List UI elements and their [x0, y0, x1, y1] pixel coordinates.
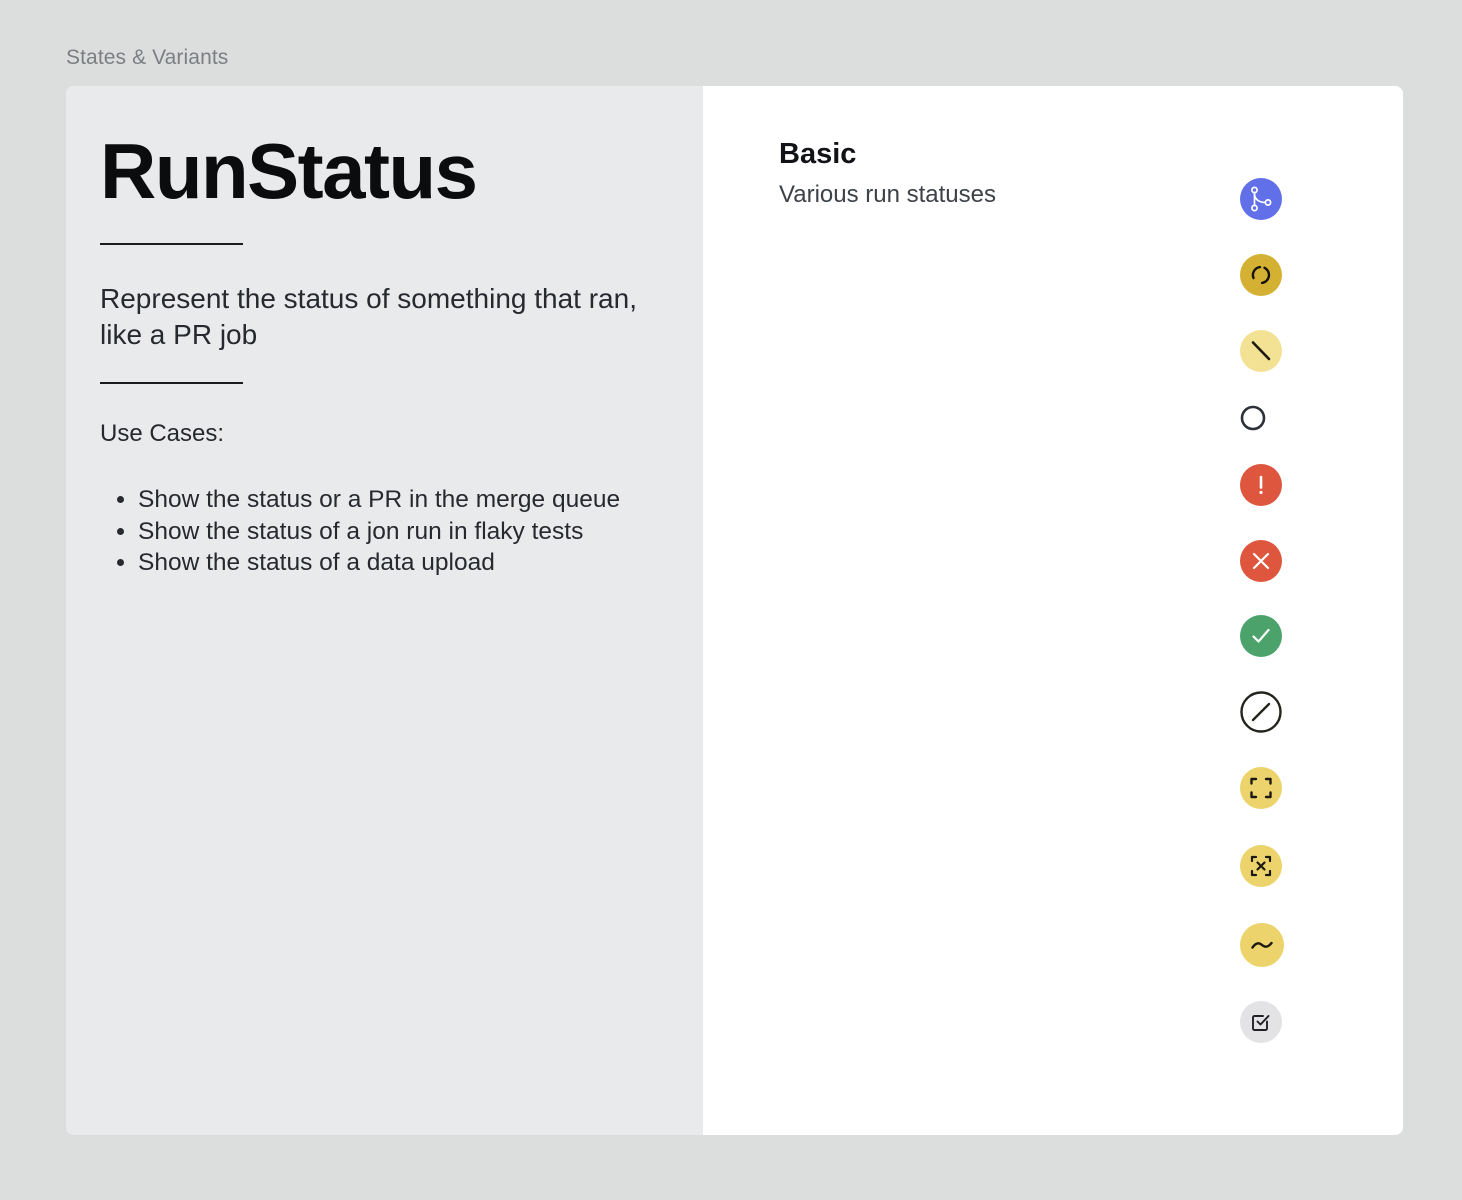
divider	[100, 243, 243, 245]
list-item: Show the status or a PR in the merge que…	[138, 484, 620, 516]
slash-icon	[1239, 329, 1283, 373]
exclamation-icon	[1239, 463, 1283, 507]
list-item: Show the status of a jon run in flaky te…	[138, 516, 620, 548]
spinner-icon	[1239, 253, 1283, 297]
icon-bg	[1240, 178, 1282, 220]
checkbox-icon	[1239, 1000, 1283, 1044]
divider	[100, 382, 243, 384]
list-item: Show the status of a data upload	[138, 547, 620, 579]
component-card: RunStatus Represent the status of someth…	[66, 86, 1403, 1135]
check-icon	[1239, 614, 1283, 658]
x-icon	[1239, 539, 1283, 583]
page-label: States & Variants	[66, 46, 229, 69]
use-cases-heading: Use Cases:	[100, 420, 225, 447]
docs-panel: RunStatus Represent the status of someth…	[66, 86, 703, 1135]
preview-panel: Basic Various run statuses	[703, 86, 1403, 1135]
section-description: Various run statuses	[779, 181, 996, 208]
empty-circle-icon	[1239, 404, 1267, 432]
use-cases-list: Show the status or a PR in the merge que…	[138, 484, 620, 579]
wave-icon	[1239, 922, 1285, 968]
component-title: RunStatus	[100, 127, 478, 215]
branch-merge-icon	[1239, 177, 1283, 221]
component-description: Represent the status of something that r…	[100, 283, 637, 350]
cancelled-icon	[1239, 690, 1283, 734]
frame-x-icon	[1239, 844, 1283, 888]
focus-frame-icon	[1239, 766, 1283, 810]
section-title: Basic	[779, 138, 857, 170]
